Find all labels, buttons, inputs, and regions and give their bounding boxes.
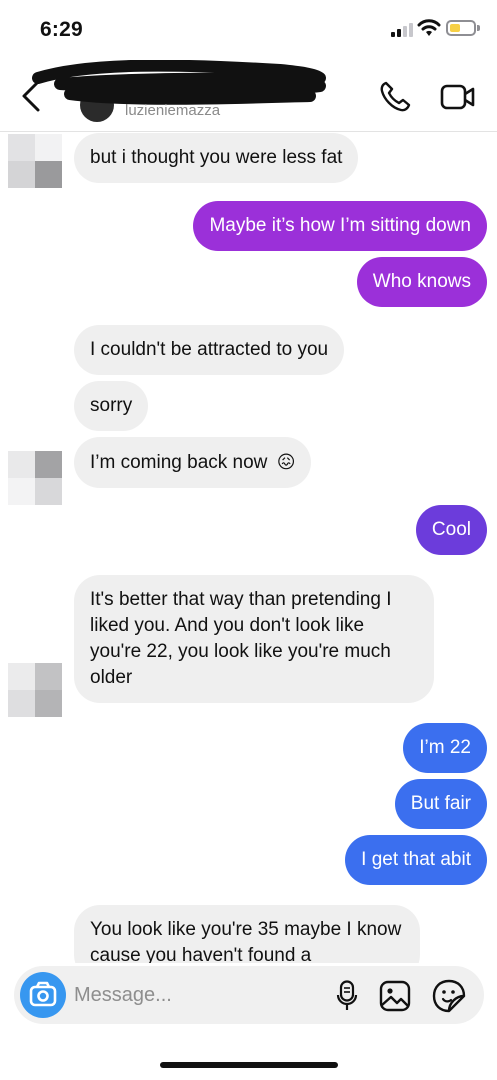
outgoing-message[interactable]: Who knows bbox=[356, 257, 487, 307]
battery-icon bbox=[446, 20, 476, 36]
dm-screen: 6:29 luzieniemazza but i thought you wer… bbox=[0, 0, 497, 1080]
status-time: 6:29 bbox=[40, 18, 83, 41]
confounded-face-emoji: 😖 bbox=[276, 452, 296, 472]
sender-avatar[interactable] bbox=[8, 663, 62, 717]
incoming-message[interactable]: sorry bbox=[74, 381, 149, 431]
status-bar: 6:29 bbox=[0, 0, 497, 60]
sticker-icon[interactable] bbox=[432, 979, 466, 1013]
outgoing-message[interactable]: Maybe it’s how I’m sitting down bbox=[193, 201, 487, 251]
outgoing-message[interactable]: But fair bbox=[394, 779, 487, 829]
microphone-icon[interactable] bbox=[336, 980, 358, 1012]
outgoing-message[interactable]: Cool bbox=[415, 505, 487, 555]
outgoing-message[interactable]: I get that abit bbox=[345, 835, 487, 885]
cellular-signal-icon bbox=[391, 21, 413, 37]
wifi-icon bbox=[417, 19, 441, 36]
video-call-icon[interactable] bbox=[440, 81, 476, 113]
home-indicator[interactable] bbox=[160, 1062, 338, 1068]
camera-button[interactable] bbox=[20, 972, 66, 1018]
contact-username[interactable]: luzieniemazza bbox=[125, 102, 220, 119]
incoming-message[interactable]: I’m coming back now 😖 bbox=[74, 437, 312, 488]
sender-avatar[interactable] bbox=[8, 451, 62, 505]
message-composer bbox=[14, 966, 484, 1024]
message-text: I’m coming back now bbox=[90, 452, 268, 473]
incoming-message[interactable]: It's better that way than pretending I l… bbox=[74, 575, 434, 703]
incoming-message[interactable]: I couldn't be attracted to you bbox=[74, 325, 345, 375]
battery-tip bbox=[477, 25, 480, 31]
incoming-message[interactable]: You look like you're 35 maybe I know cau… bbox=[74, 905, 420, 963]
chat-header: luzieniemazza bbox=[0, 60, 497, 132]
message-thread[interactable]: but i thought you were less fat Maybe it… bbox=[0, 133, 497, 963]
phone-call-icon[interactable] bbox=[378, 80, 412, 114]
camera-icon bbox=[29, 981, 57, 1007]
message-input[interactable] bbox=[74, 974, 324, 1016]
outgoing-message[interactable]: I’m 22 bbox=[403, 723, 487, 773]
gallery-image-icon[interactable] bbox=[379, 980, 411, 1012]
incoming-message[interactable]: but i thought you were less fat bbox=[74, 133, 359, 183]
sender-avatar[interactable] bbox=[8, 134, 62, 188]
